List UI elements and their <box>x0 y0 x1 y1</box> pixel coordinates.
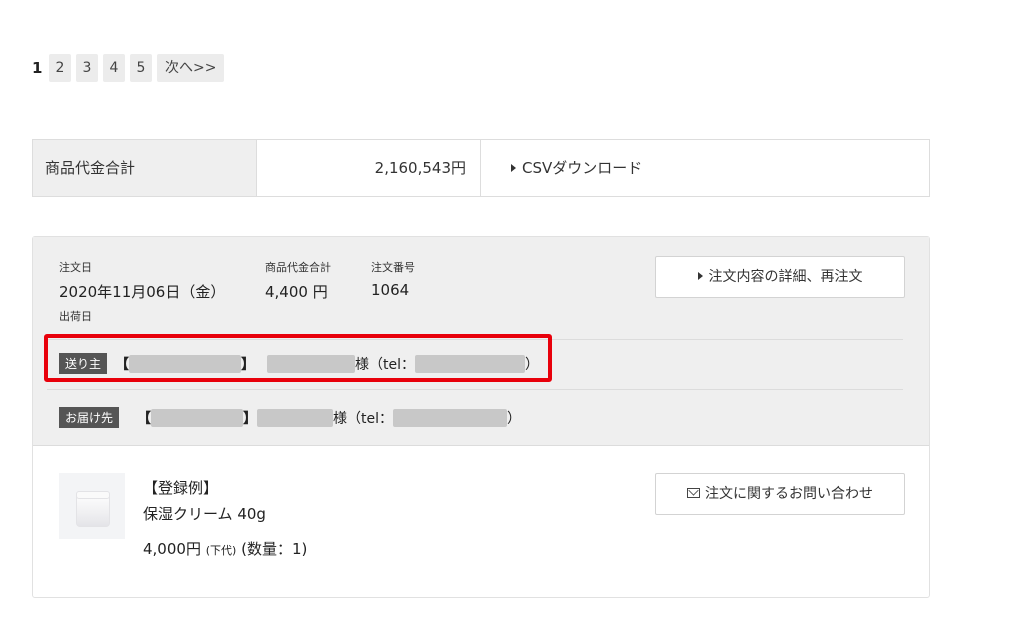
order-number-label: 注文番号 <box>371 261 415 274</box>
subtotal-field: 商品代金合計 4,400 円 <box>265 259 331 302</box>
page-next-link[interactable]: 次へ>> <box>157 54 225 82</box>
order-date-field: 注文日 2020年11月06日（金） 出荷日 <box>59 259 225 324</box>
order-item: 【登録例】 保湿クリーム 40g 4,000円 (下代) (数量：1) 注文に関… <box>33 445 929 597</box>
ship-date-label: 出荷日 <box>59 310 92 323</box>
cream-jar-image <box>76 491 110 527</box>
order-contact-button[interactable]: 注文に関するお問い合わせ <box>655 473 905 515</box>
product-price: 4,000円 (下代) (数量：1) <box>143 538 307 559</box>
summary-table: 商品代金合計 2,160,543円 CSVダウンロード <box>32 139 930 197</box>
product-name-line2: 保湿クリーム 40g <box>143 505 266 523</box>
caret-right-icon <box>511 163 516 172</box>
redacted-recipient-name <box>257 408 334 427</box>
highlight-box <box>44 334 552 382</box>
quantity-value: (数量：1) <box>241 540 308 558</box>
close-bracket: 】 <box>243 410 258 427</box>
product-name: 【登録例】 保湿クリーム 40g <box>143 475 266 527</box>
csv-download-link[interactable]: CSVダウンロード <box>481 140 929 196</box>
envelope-icon <box>687 488 700 498</box>
order-number-value: 1064 <box>371 281 410 299</box>
redacted-recipient-company <box>151 408 244 427</box>
pagination: 1 2 3 4 5 次へ>> <box>32 54 225 82</box>
page-current: 1 <box>32 59 43 77</box>
honorific-tel: 様（tel： <box>333 410 394 427</box>
product-thumbnail[interactable] <box>59 473 125 539</box>
page-link-5[interactable]: 5 <box>130 54 152 82</box>
order-number-field: 注文番号 1064 <box>371 259 415 299</box>
product-name-line1: 【登録例】 <box>143 479 219 497</box>
price-value: 4,000円 <box>143 540 201 558</box>
recipient-row: お届け先 【 】 様（tel： ） <box>59 407 521 428</box>
close-paren: ） <box>507 410 522 427</box>
open-bracket: 【 <box>137 410 152 427</box>
order-card: 注文日 2020年11月06日（金） 出荷日 商品代金合計 4,400 円 注文… <box>32 236 930 598</box>
order-date-label: 注文日 <box>59 261 92 274</box>
order-contact-label: 注文に関するお問い合わせ <box>705 486 873 502</box>
order-detail-button[interactable]: 注文内容の詳細、再注文 <box>655 256 905 298</box>
summary-label: 商品代金合計 <box>33 140 257 196</box>
order-detail-label: 注文内容の詳細、再注文 <box>708 269 863 285</box>
caret-right-icon <box>697 272 703 280</box>
page-link-2[interactable]: 2 <box>49 54 71 82</box>
subtotal-value: 4,400 円 <box>265 283 328 301</box>
page-link-4[interactable]: 4 <box>103 54 125 82</box>
order-date-value: 2020年11月06日（金） <box>59 283 226 301</box>
redacted-recipient-tel <box>393 408 508 427</box>
page-link-3[interactable]: 3 <box>76 54 98 82</box>
price-note: (下代) <box>205 544 237 557</box>
divider <box>47 389 903 390</box>
subtotal-label: 商品代金合計 <box>265 261 331 274</box>
recipient-badge: お届け先 <box>59 407 120 428</box>
csv-download-label: CSVダウンロード <box>522 159 643 177</box>
summary-amount: 2,160,543円 <box>257 140 481 196</box>
